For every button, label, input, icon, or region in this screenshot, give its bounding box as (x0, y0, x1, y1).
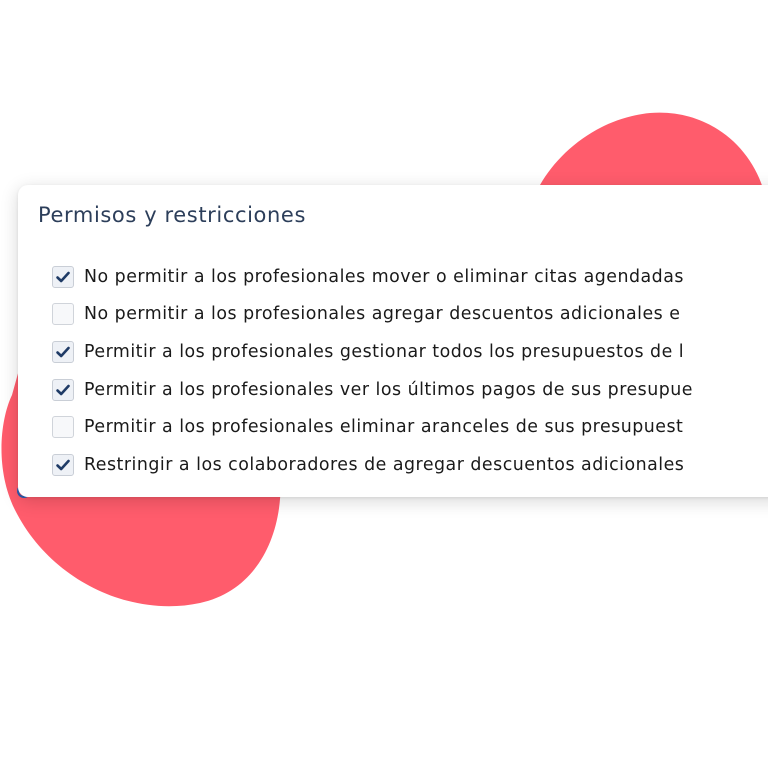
check-icon (56, 346, 70, 358)
permission-option-1[interactable]: No permitir a los profesionales agregar … (52, 296, 693, 334)
checkbox[interactable] (52, 416, 74, 439)
permissions-panel: Permisos y restricciones No permitir a l… (18, 185, 768, 497)
check-icon (56, 384, 70, 395)
permission-label: Permitir a los profesionales ver los últ… (84, 379, 694, 400)
checkbox[interactable] (52, 340, 74, 363)
check-icon (56, 459, 70, 471)
panel-title: Permisos y restricciones (38, 203, 306, 227)
checkbox[interactable] (52, 303, 74, 326)
stage: Permisos y restricciones No permitir a l… (0, 0, 768, 768)
permission-option-2[interactable]: Permitir a los profesionales gestionar t… (52, 333, 693, 371)
permission-label: No permitir a los profesionales agregar … (84, 304, 681, 325)
permission-option-4[interactable]: Permitir a los profesionales eliminar ar… (52, 408, 693, 446)
permission-label: Permitir a los profesionales gestionar t… (84, 341, 685, 362)
permissions-list: No permitir a los profesionales mover o … (52, 258, 693, 484)
permission-label: No permitir a los profesionales mover o … (84, 266, 684, 287)
permission-option-5[interactable]: Restringir a los colaboradores de agrega… (52, 446, 693, 484)
permission-option-3[interactable]: Permitir a los profesionales ver los últ… (52, 371, 693, 409)
permission-label: Permitir a los profesionales eliminar ar… (84, 417, 684, 438)
checkbox[interactable] (52, 453, 74, 476)
permission-label: Restringir a los colaboradores de agrega… (84, 454, 685, 475)
checkbox[interactable] (52, 378, 74, 401)
permission-option-0[interactable]: No permitir a los profesionales mover o … (52, 258, 693, 296)
check-icon (56, 271, 70, 283)
checkbox[interactable] (52, 265, 74, 288)
